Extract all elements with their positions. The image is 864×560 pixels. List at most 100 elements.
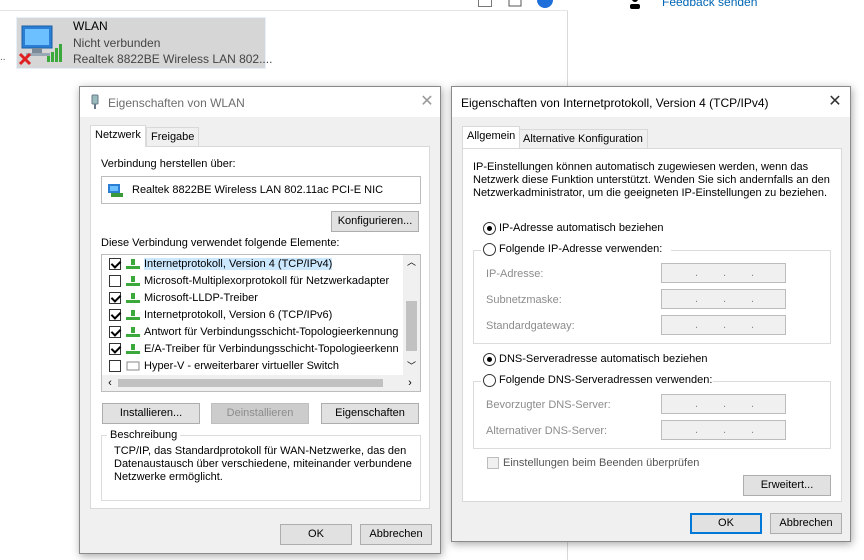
ip-auto-radio[interactable] xyxy=(483,222,496,235)
item-checkbox[interactable] xyxy=(109,360,121,372)
ipv4-dialog-title: Eigenschaften von Internetprotokoll, Ver… xyxy=(461,96,769,110)
intro-line-3: Netzwerkadministrator, um die geeigneten… xyxy=(473,187,828,199)
validate-label: Einstellungen beim Beenden überprüfen xyxy=(503,457,700,469)
wlan-card-adapter: Realtek 8822BE Wireless LAN 802.... xyxy=(73,52,273,66)
ok-button[interactable]: OK xyxy=(280,524,352,545)
cancel-button[interactable]: Abbrechen xyxy=(360,524,432,545)
tab-netzwerk[interactable]: Netzwerk xyxy=(90,125,146,147)
item-checkbox[interactable] xyxy=(109,275,121,287)
list-item[interactable]: Internetprotokoll, Version 6 (TCP/IPv6) xyxy=(102,307,392,324)
adapter-field: Realtek 8822BE Wireless LAN 802.11ac PCI… xyxy=(101,176,421,204)
description-line-3: Netzwerke ermöglicht. xyxy=(114,471,223,483)
item-checkbox[interactable] xyxy=(109,258,121,270)
ip-manual-radio[interactable] xyxy=(483,243,496,256)
feedback-link[interactable]: Feedback senden xyxy=(662,0,757,9)
wlan-card-title: WLAN xyxy=(73,19,108,33)
configure-button[interactable]: Konfigurieren... xyxy=(331,211,419,232)
wlan-dialog-titlebar[interactable]: Eigenschaften von WLAN ✕ xyxy=(80,87,440,117)
intro-line-1: IP-Einstellungen können automatisch zuge… xyxy=(473,161,809,173)
list-item[interactable]: Microsoft-Multiplexorprotokoll für Netzw… xyxy=(102,273,392,290)
gateway-label: Standardgateway: xyxy=(486,320,575,332)
dns-auto-label[interactable]: DNS-Serveradresse automatisch beziehen xyxy=(499,353,708,365)
scroll-thumb[interactable] xyxy=(406,301,417,351)
disconnected-x-icon xyxy=(18,52,32,66)
validate-checkbox[interactable] xyxy=(487,457,499,469)
list-item[interactable]: Internetprotokoll, Version 4 (TCP/IPv4) xyxy=(102,256,392,273)
netzwerk-tab-panel: Verbindung herstellen über: Realtek 8822… xyxy=(90,146,430,509)
ip-address-label: IP-Adresse: xyxy=(486,268,544,280)
elements-label: Diese Verbindung verwendet folgende Elem… xyxy=(101,237,340,249)
pane-icon[interactable] xyxy=(508,0,522,7)
allgemein-tab-panel: IP-Einstellungen können automatisch zuge… xyxy=(462,148,842,502)
item-label: E/A-Treiber für Verbindungsschicht-Topol… xyxy=(144,343,399,355)
list-item[interactable]: Antwort für Verbindungsschicht-Topologie… xyxy=(102,324,398,341)
protocol-icon xyxy=(126,276,140,287)
scroll-down-icon[interactable]: ﹀ xyxy=(403,359,420,373)
description-label: Beschreibung xyxy=(107,429,181,441)
protocol-icon xyxy=(126,344,140,355)
scroll-h-thumb[interactable] xyxy=(118,379,383,387)
list-item[interactable]: E/A-Treiber für Verbindungsschicht-Topol… xyxy=(102,341,399,358)
ip-manual-label[interactable]: Folgende IP-Adresse verwenden: xyxy=(499,243,662,255)
dns-preferred-label: Bevorzugter DNS-Server: xyxy=(486,399,611,411)
item-label: Antwort für Verbindungsschicht-Topologie… xyxy=(144,326,399,338)
list-horizontal-scrollbar[interactable]: ‹ › xyxy=(102,375,420,391)
wlan-card-status: Nicht verbunden xyxy=(73,36,161,50)
ok-button[interactable]: OK xyxy=(690,513,762,534)
subnet-mask-label: Subnetzmaske: xyxy=(486,294,562,306)
dns-preferred-field[interactable]: ... xyxy=(661,394,786,414)
close-icon[interactable]: ✕ xyxy=(820,89,850,115)
intro-line-2: Netzwerk diese Funktion unterstützt. Wen… xyxy=(473,174,830,186)
close-icon[interactable]: ✕ xyxy=(412,89,442,115)
wlan-properties-dialog: Eigenschaften von WLAN ✕ Netzwerk Freiga… xyxy=(79,86,441,554)
item-checkbox[interactable] xyxy=(109,343,121,355)
item-checkbox[interactable] xyxy=(109,326,121,338)
dns-manual-label[interactable]: Folgende DNS-Serveradressen verwenden: xyxy=(499,374,712,386)
scroll-left-icon[interactable]: ‹ xyxy=(104,376,116,390)
tab-alternative-konfiguration[interactable]: Alternative Konfiguration xyxy=(518,129,648,149)
components-list: Internetprotokoll, Version 4 (TCP/IPv4) … xyxy=(101,254,421,392)
ipv4-properties-dialog: Eigenschaften von Internetprotokoll, Ver… xyxy=(451,86,851,542)
ipv4-dialog-titlebar[interactable]: Eigenschaften von Internetprotokoll, Ver… xyxy=(452,87,850,117)
item-label: Internetprotokoll, Version 6 (TCP/IPv6) xyxy=(144,309,333,321)
scroll-right-icon[interactable]: › xyxy=(404,376,416,390)
advanced-button[interactable]: Erweitert... xyxy=(743,475,831,496)
description-line-2: Datenaustausch über verschiedene, mitein… xyxy=(114,458,412,470)
tab-allgemein[interactable]: Allgemein xyxy=(462,126,521,148)
list-item[interactable]: Hyper-V - erweiterbarer virtueller Switc… xyxy=(102,358,392,375)
list-item[interactable]: Microsoft-LLDP-Treiber xyxy=(102,290,392,307)
network-adapter-icon xyxy=(108,184,124,198)
install-button[interactable]: Installieren... xyxy=(102,403,200,424)
protocol-icon xyxy=(126,293,140,304)
subnet-mask-field[interactable]: ... xyxy=(661,289,786,309)
item-label: Hyper-V - erweiterbarer virtueller Switc… xyxy=(144,360,339,372)
cancel-button[interactable]: Abbrechen xyxy=(770,513,842,534)
properties-button[interactable]: Eigenschaften xyxy=(321,403,419,424)
adapter-name: Realtek 8822BE Wireless LAN 802.11ac PCI… xyxy=(132,184,384,196)
tab-freigabe[interactable]: Freigabe xyxy=(146,127,200,147)
dns-auto-radio[interactable] xyxy=(483,353,496,366)
uninstall-button[interactable]: Deinstallieren xyxy=(211,403,309,424)
dns-alternate-label: Alternativer DNS-Server: xyxy=(486,425,608,437)
gateway-field[interactable]: ... xyxy=(661,315,786,335)
person-icon xyxy=(629,0,641,10)
network-adapter-title-icon xyxy=(90,94,100,110)
scroll-up-icon[interactable]: ︿ xyxy=(403,255,420,269)
view-toggle-icon[interactable] xyxy=(478,0,492,7)
connect-via-label: Verbindung herstellen über: xyxy=(101,158,236,170)
ip-auto-label[interactable]: IP-Adresse automatisch beziehen xyxy=(499,222,663,234)
dns-manual-radio[interactable] xyxy=(483,374,496,387)
protocol-icon xyxy=(126,310,140,321)
item-checkbox[interactable] xyxy=(109,292,121,304)
item-checkbox[interactable] xyxy=(109,309,121,321)
wlan-dialog-title: Eigenschaften von WLAN xyxy=(108,96,245,110)
dns-alternate-field[interactable]: ... xyxy=(661,420,786,440)
protocol-icon xyxy=(126,327,140,338)
item-label: Microsoft-LLDP-Treiber xyxy=(144,292,258,304)
item-label: Microsoft-Multiplexorprotokoll für Netzw… xyxy=(144,275,390,287)
ip-address-field[interactable]: ... xyxy=(661,263,786,283)
protocol-icon xyxy=(126,259,140,270)
switch-icon xyxy=(126,361,140,372)
list-vertical-scrollbar[interactable]: ︿ ﹀ xyxy=(403,255,420,375)
item-label: Internetprotokoll, Version 4 (TCP/IPv4) xyxy=(144,258,333,270)
